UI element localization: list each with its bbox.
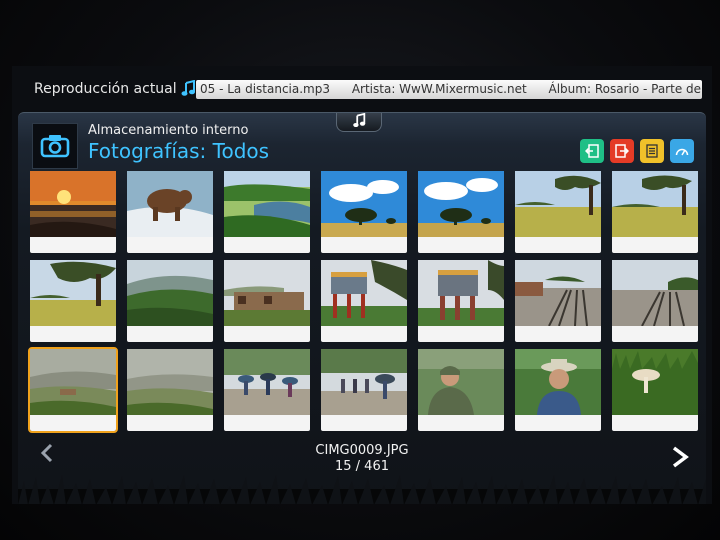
photo-thumbnail[interactable] (321, 349, 407, 431)
photo-thumbnail[interactable] (127, 171, 213, 253)
photo-image (515, 260, 601, 326)
gauge-icon (675, 148, 689, 156)
music-note-icon (353, 113, 366, 128)
music-tab[interactable] (336, 113, 382, 132)
artist-name: Artista: WwW.Mixermusic.net (351, 82, 527, 96)
photo-image (418, 349, 504, 415)
photo-image (321, 349, 407, 415)
tv-screen: Reproducción actual 05 - La distancia.mp… (12, 66, 712, 504)
storage-source-label: Almacenamiento interno (88, 123, 249, 138)
tv-frame: Reproducción actual 05 - La distancia.mp… (0, 0, 720, 540)
photo-thumbnail[interactable] (28, 347, 118, 433)
photo-thumbnail[interactable] (515, 171, 601, 253)
now-playing-ticker: 05 - La distancia.mp3 Artista: WwW.Mixer… (196, 80, 702, 99)
exit-icon (615, 144, 629, 158)
photo-thumbnail[interactable] (30, 260, 116, 342)
photo-thumbnail[interactable] (321, 171, 407, 253)
track-name: 05 - La distancia.mp3 (200, 82, 330, 96)
photo-image (127, 171, 213, 237)
photo-thumbnail[interactable] (612, 260, 698, 342)
photo-thumbnail[interactable] (224, 260, 310, 342)
menu-list-icon (646, 144, 658, 158)
now-playing-label: Reproducción actual (34, 81, 177, 97)
photos-category-icon-box (32, 123, 78, 169)
page-title: Fotografías: Todos (88, 139, 270, 163)
photo-image (515, 171, 601, 237)
camera-icon (40, 135, 70, 158)
photo-image (30, 260, 116, 326)
photo-image (224, 349, 310, 415)
selected-filename: CIMG0009.JPG (315, 443, 409, 458)
photo-image (418, 260, 504, 326)
photo-counter: 15 / 461 (335, 459, 389, 474)
menu-button[interactable] (640, 139, 664, 163)
photo-image (321, 260, 407, 326)
photo-image (30, 349, 116, 415)
photo-image (127, 349, 213, 415)
chevron-right-icon[interactable] (670, 445, 692, 469)
photo-thumbnail[interactable] (30, 171, 116, 253)
photo-image (127, 260, 213, 326)
photo-thumbnail[interactable] (418, 171, 504, 253)
photo-thumbnail[interactable] (127, 349, 213, 431)
exit-button[interactable] (610, 139, 634, 163)
photo-image (612, 171, 698, 237)
photo-thumbnail[interactable] (224, 349, 310, 431)
photo-thumbnail[interactable] (612, 171, 698, 253)
photo-thumbnail[interactable] (515, 260, 601, 342)
photo-thumbnail[interactable] (418, 260, 504, 342)
album-name: Álbum: Rosario - Parte de mi (548, 82, 703, 96)
photo-thumbnail[interactable] (418, 349, 504, 431)
info-button[interactable] (670, 139, 694, 163)
photo-image (418, 171, 504, 237)
photo-thumbnail[interactable] (612, 349, 698, 431)
photo-thumbnail[interactable] (321, 260, 407, 342)
photo-image (224, 260, 310, 326)
photo-image (612, 349, 698, 415)
photo-image (321, 171, 407, 237)
photo-browser-panel: Almacenamiento interno Fotografías: Todo… (18, 112, 706, 504)
photo-image (515, 349, 601, 415)
grass-decoration (18, 475, 706, 504)
back-button[interactable] (580, 139, 604, 163)
music-note-icon (181, 80, 195, 96)
photo-grid (28, 171, 698, 439)
photo-image (224, 171, 310, 237)
back-icon (585, 144, 599, 158)
now-playing-bar[interactable]: Reproducción actual 05 - La distancia.mp… (12, 78, 712, 102)
photo-thumbnail[interactable] (127, 260, 213, 342)
photo-image (30, 171, 116, 237)
photo-thumbnail[interactable] (515, 349, 601, 431)
photo-image (612, 260, 698, 326)
photo-thumbnail[interactable] (224, 171, 310, 253)
